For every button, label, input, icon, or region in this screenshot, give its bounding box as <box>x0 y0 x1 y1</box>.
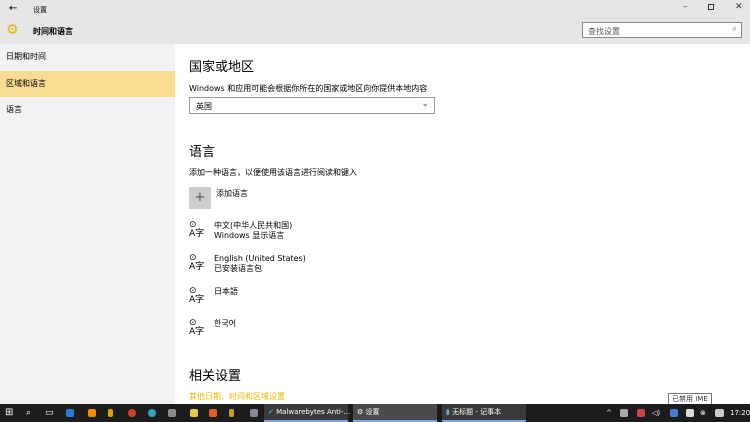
app-icon[interactable] <box>168 409 176 417</box>
sidebar-item-date-time[interactable]: 日期和时间 <box>0 44 175 70</box>
country-dropdown[interactable]: 英国 ⌄ <box>189 97 435 114</box>
sidebar-item-speech[interactable]: 语言 <box>0 97 175 123</box>
language-status: 已安装语言包 <box>214 264 262 273</box>
vlc-icon[interactable] <box>88 409 96 417</box>
search-icon[interactable]: ⌕ <box>732 24 737 34</box>
network-icon[interactable] <box>637 409 645 417</box>
language-status: Windows 显示语言 <box>214 231 285 240</box>
language-heading: 语言 <box>189 145 216 160</box>
notes-icon[interactable] <box>190 409 198 417</box>
close-button[interactable]: ✕ <box>735 2 743 12</box>
app-icon[interactable] <box>209 409 217 417</box>
task-label: Malwarebytes Anti-... <box>276 408 351 416</box>
input-method-icon[interactable] <box>715 409 724 417</box>
related-heading: 相关设置 <box>189 369 242 384</box>
search-placeholder: 查找设置 <box>588 27 620 36</box>
gear-icon: ⚙ <box>6 22 19 38</box>
task-label: 设置 <box>365 408 380 416</box>
language-icon: ⊙ A字 <box>189 286 205 305</box>
country-value: 英国 <box>196 102 212 111</box>
language-name: English (United States) <box>214 254 306 263</box>
language-name: 한국어 <box>214 319 237 328</box>
language-name: 中文(中华人民共和国) <box>214 221 293 230</box>
gear-icon: ⚙ <box>357 408 364 416</box>
language-icon: ⊙ A字 <box>189 318 205 337</box>
language-icon: ⊙ A字 <box>189 253 205 272</box>
sidebar-item-region-language[interactable]: 区域和语言 <box>0 71 175 97</box>
add-language-button[interactable]: + <box>189 187 211 209</box>
region-heading: 国家或地区 <box>189 60 255 75</box>
notepad-icon: ▮ <box>446 408 450 416</box>
search-input[interactable]: 查找设置 ⌕ <box>582 22 742 38</box>
clock[interactable]: 17:20 <box>730 404 750 422</box>
chevron-up-icon[interactable]: ^ <box>606 404 612 422</box>
taskbar: ⊞ ⌕ ▭ ✔ Malwarebytes Anti-... ⚙ 设置 ▮ 无标题… <box>0 404 750 422</box>
task-label: 无标题 - 记事本 <box>452 408 502 416</box>
browser-icon[interactable] <box>148 409 156 417</box>
language-name: 日本語 <box>214 287 238 296</box>
region-description: Windows 和应用可能会根据你所在的国家或地区向你提供本地内容 <box>189 84 428 93</box>
app-icon[interactable] <box>229 409 234 417</box>
tray-icon[interactable] <box>670 409 678 417</box>
tray-icon[interactable] <box>620 409 628 417</box>
chevron-down-icon: ⌄ <box>421 99 429 109</box>
add-language-label[interactable]: 添加语言 <box>216 188 248 199</box>
back-icon[interactable]: ← <box>9 3 17 14</box>
language-description: 添加一种语言，以便使用该语言进行阅读和键入 <box>189 168 357 177</box>
volume-icon[interactable]: ◁) <box>652 404 660 422</box>
section-title: 时间和语言 <box>33 27 73 36</box>
task-malwarebytes[interactable]: ✔ Malwarebytes Anti-... <box>264 404 351 422</box>
task-settings[interactable]: ⚙ 设置 <box>353 404 437 422</box>
edge-icon[interactable] <box>66 409 74 417</box>
search-icon[interactable]: ⌕ <box>26 404 31 422</box>
minimize-button[interactable]: – <box>683 2 688 12</box>
sidebar: 日期和时间 区域和语言 语言 <box>0 44 175 404</box>
task-notepad[interactable]: ▮ 无标题 - 记事本 <box>442 404 526 422</box>
language-icon: ⊙ A字 <box>189 220 205 239</box>
ime-disabled-icon[interactable]: ⊗ <box>700 404 706 422</box>
title-bar: ← 设置 ⚙ 时间和语言 – ✕ 查找设置 ⌕ <box>0 0 750 44</box>
app-icon[interactable] <box>108 409 113 417</box>
other-settings-link[interactable]: 其他日期、时间和区域设置 <box>189 391 285 402</box>
malwarebytes-icon: ✔ <box>268 408 274 416</box>
app-icon[interactable] <box>250 409 258 417</box>
chrome-icon[interactable] <box>128 409 136 417</box>
window-title: 设置 <box>33 6 47 14</box>
plus-icon: + <box>194 190 206 205</box>
maximize-button[interactable] <box>708 4 714 10</box>
task-view-icon[interactable]: ▭ <box>45 404 54 422</box>
notification-icon[interactable] <box>686 409 694 417</box>
start-icon[interactable]: ⊞ <box>5 404 13 422</box>
